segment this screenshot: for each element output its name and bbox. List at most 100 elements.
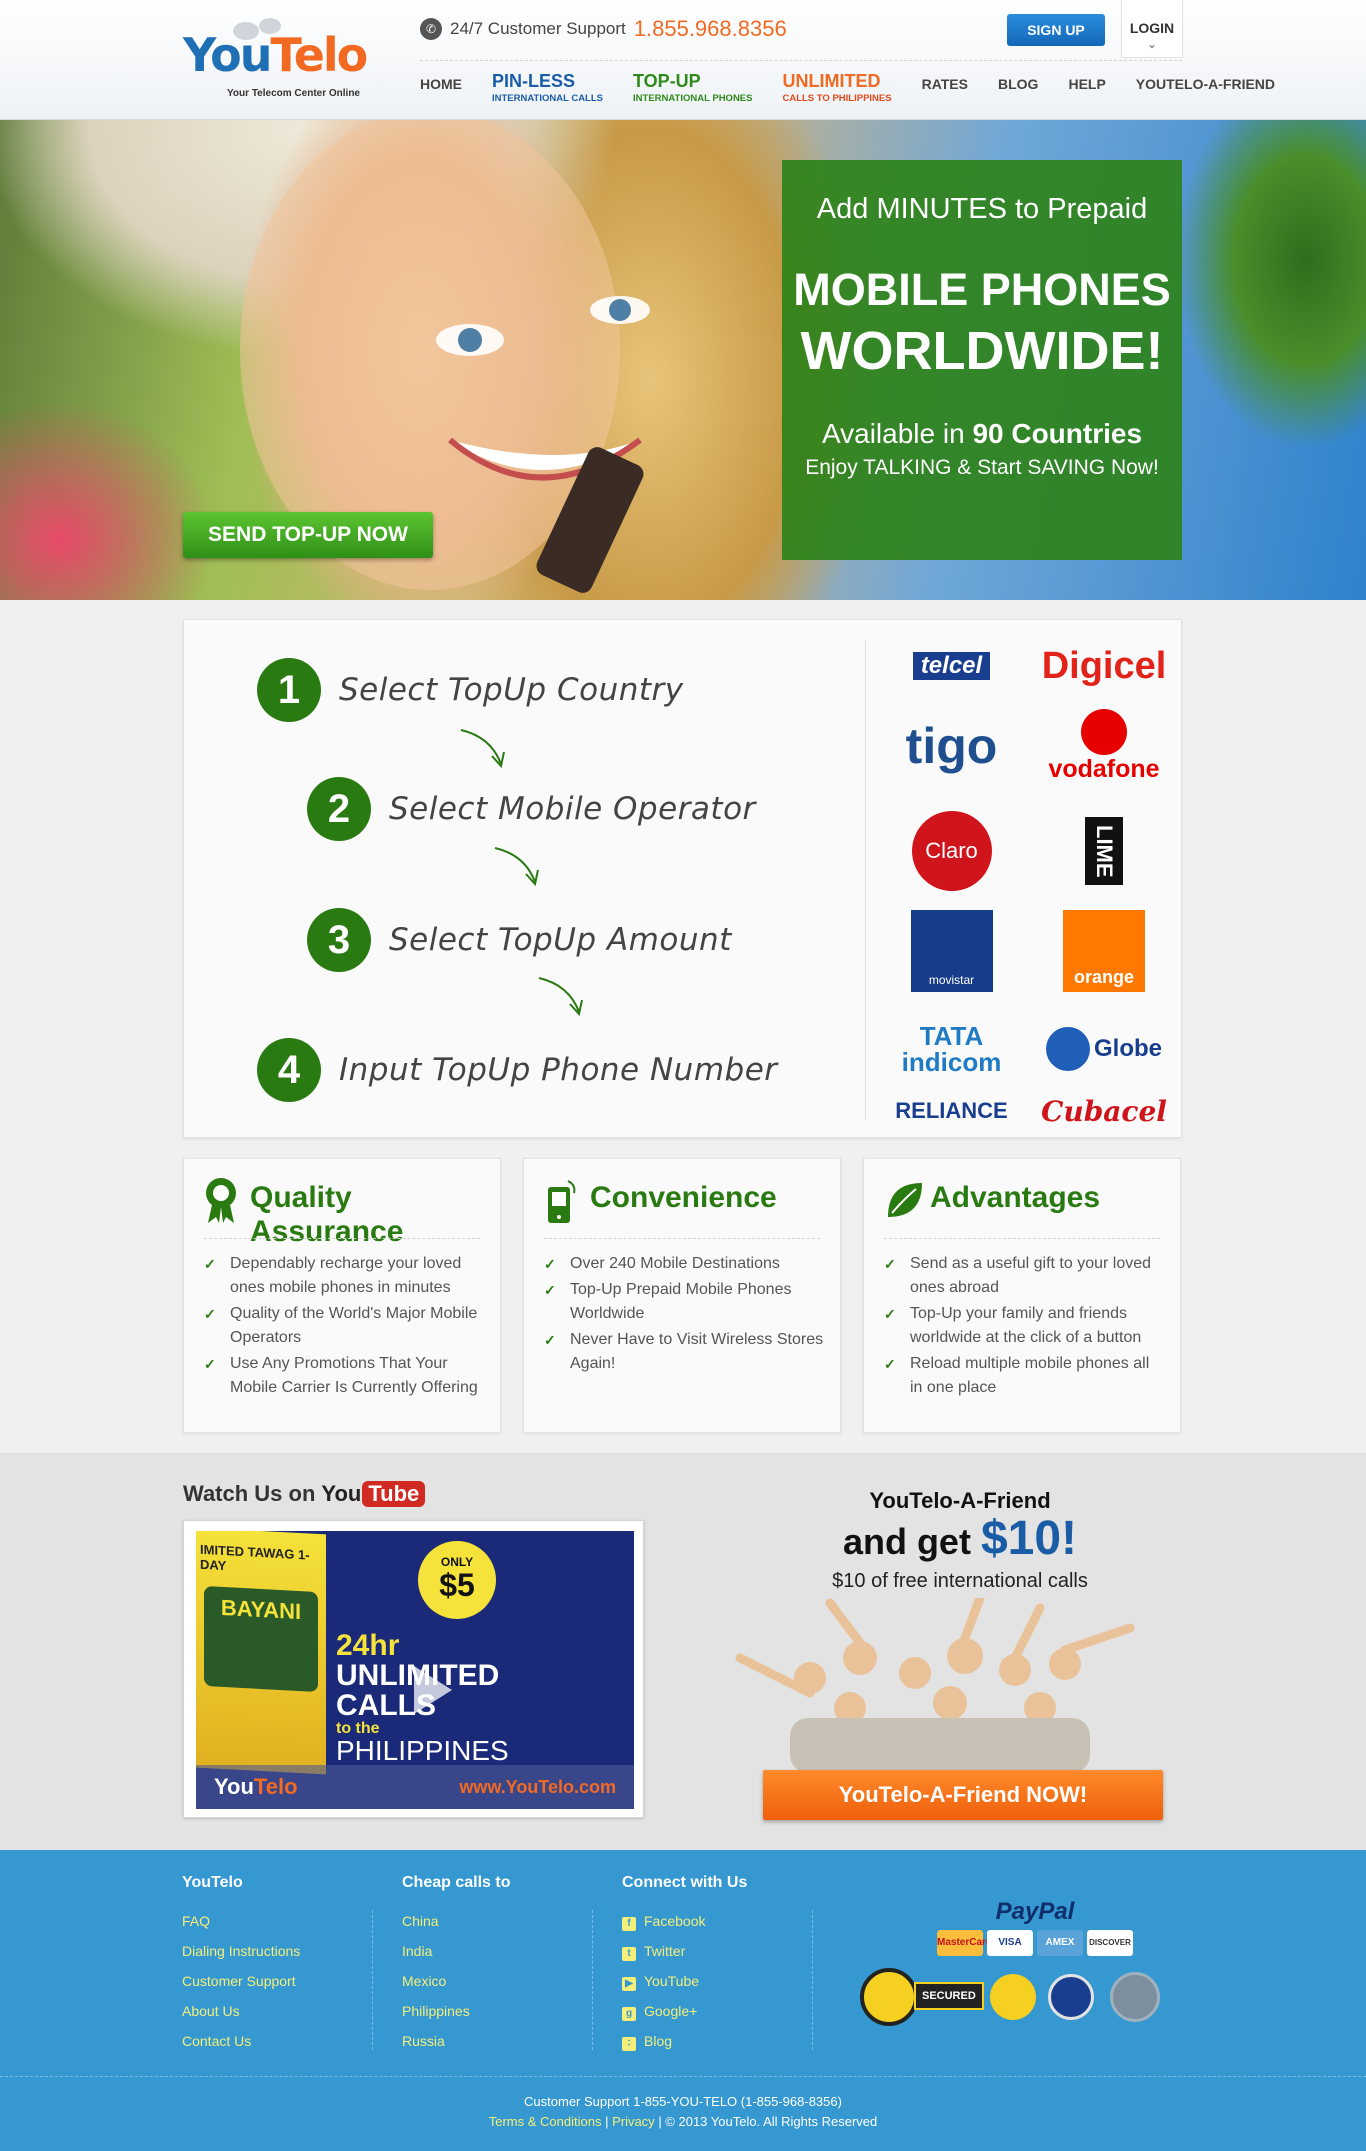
promo-video-player[interactable]: IMITED TAWAG 1-DAY BAYANI ONLY $5 24hr U… [183, 1520, 644, 1818]
youtube-icon: ▶ [622, 1977, 636, 1991]
discover-icon: DISCOVER [1087, 1930, 1133, 1956]
visa-icon: VISA [987, 1930, 1033, 1956]
footer-link-faq[interactable]: FAQ [182, 1906, 300, 1936]
video-thumbnail[interactable]: IMITED TAWAG 1-DAY BAYANI ONLY $5 24hr U… [196, 1531, 634, 1809]
list-item: ✓ Quality of the World's Major Mobile Ope… [204, 1302, 485, 1350]
step-1: 1 Select TopUp Country [257, 658, 684, 722]
step-number: 1 [257, 658, 321, 722]
footer-link-youtube[interactable]: ▶ YouTube [622, 1966, 747, 1996]
operator-logo-lime[interactable]: LIME [1034, 806, 1174, 896]
footer-link-blog[interactable]: ∶ Blog [622, 2026, 747, 2056]
feature-list: ✓ Send as a useful gift to your loved one… [884, 1252, 1165, 1402]
login-button[interactable]: LOGIN ⌄ [1121, 0, 1183, 58]
check-icon: ✓ [884, 1356, 896, 1372]
login-label: LOGIN [1129, 20, 1175, 36]
nav-unlimited[interactable]: UNLIMITED CALLS TO PHILIPPINES [782, 72, 891, 104]
paypal-logo: PayPal [995, 1898, 1075, 1925]
list-item: ✓ Send as a useful gift to your loved one… [884, 1252, 1165, 1300]
list-item: ✓ Reload multiple mobile phones all in on… [884, 1352, 1165, 1400]
phone-icon: ✆ [420, 18, 442, 40]
main-nav: HOME PIN-LESS INTERNATIONAL CALLS TOP-UP I… [420, 72, 1275, 104]
footer-link-about[interactable]: About Us [182, 1996, 300, 2026]
operator-logo-reliance[interactable]: RELIANCE [884, 1091, 1019, 1131]
support-number[interactable]: 1.855.968.8356 [634, 16, 787, 42]
footer-heading: Cheap calls to [402, 1874, 511, 1891]
promo-line-1: Add MINUTES to Prepaid [816, 193, 1148, 225]
feature-title: Convenience [590, 1181, 777, 1214]
footer-col-cheap-calls: Cheap calls to China India Mexico Philip… [402, 1874, 510, 2056]
youtube-logo: You Tube [321, 1481, 426, 1507]
operator-logo-globe[interactable]: Globe [1034, 1011, 1174, 1086]
globe-icon [1045, 1026, 1090, 1071]
nav-help[interactable]: HELP [1068, 72, 1105, 92]
footer-link-facebook[interactable]: f Facebook [622, 1906, 747, 1936]
footer-link-googleplus[interactable]: g Google+ [622, 1996, 747, 2026]
operator-logo-claro[interactable]: Claro [884, 806, 1019, 896]
operator-logo-vodafone[interactable]: vodafone [1034, 706, 1174, 786]
youtelo-a-friend-button[interactable]: YouTelo-A-Friend NOW! [763, 1770, 1163, 1820]
list-item: ✓ Never Have to Visit Wireless Stores Aga… [544, 1328, 825, 1376]
promo-line-4: Available in 90 Countries [821, 418, 1143, 449]
footer-col-connect: Connect with Us f Facebook t Twitter ▶ YouT… [622, 1874, 747, 2056]
step-number: 2 [307, 777, 371, 841]
amex-icon: AMEX [1037, 1930, 1083, 1956]
check-icon: ✓ [544, 1282, 556, 1298]
operator-logo-cubacel[interactable]: Cubacel [1034, 1091, 1174, 1131]
nav-top-up[interactable]: TOP-UP INTERNATIONAL PHONES [633, 72, 752, 104]
support-label: 24/7 Customer Support [450, 19, 626, 38]
list-item: ✓ Top-Up Prepaid Mobile Phones Worldwide [544, 1278, 825, 1326]
feature-list: ✓ Over 240 Mobile Destinations ✓ Top-Up Pr… [544, 1252, 825, 1378]
nav-pin-less[interactable]: PIN-LESS INTERNATIONAL CALLS [492, 72, 603, 104]
feature-title: Advantages [930, 1181, 1101, 1214]
step-text: Select TopUp Country [339, 672, 684, 708]
check-icon: ✓ [204, 1256, 216, 1272]
sign-up-button[interactable]: SIGN UP [1007, 14, 1105, 46]
check-icon: ✓ [884, 1306, 896, 1322]
footer-link-india[interactable]: India [402, 1936, 510, 1966]
footer-link-mexico[interactable]: Mexico [402, 1966, 510, 1996]
operator-logo-digicel[interactable]: Digicel [1034, 636, 1174, 696]
operator-logo-movistar[interactable]: movistar [884, 906, 1019, 996]
check-icon: ✓ [544, 1332, 556, 1348]
step-3: 3 Select TopUp Amount [307, 908, 732, 972]
feature-convenience: Convenience ✓ Over 240 Mobile Destination… [523, 1158, 841, 1433]
list-item: ✓ Dependably recharge your loved ones mob… [204, 1252, 485, 1300]
nav-rates[interactable]: RATES [922, 72, 968, 92]
step-4: 4 Input TopUp Phone Number [257, 1038, 778, 1102]
footer-bottom-divider [0, 2076, 1366, 2077]
paypal-verified-icon [990, 1974, 1036, 2020]
send-top-up-button[interactable]: SEND TOP-UP NOW [183, 512, 433, 558]
footer-link-russia[interactable]: Russia [402, 2026, 510, 2056]
footer-link-philippines[interactable]: Philippines [402, 1996, 510, 2026]
operator-logo-orange[interactable]: orange [1034, 906, 1174, 996]
list-item: ✓ Over 240 Mobile Destinations [544, 1252, 825, 1276]
operator-logo-tata-indicom[interactable]: TATA indicom [884, 1011, 1019, 1086]
step-number: 3 [307, 908, 371, 972]
logo-tagline: Your Telecom Center Online [227, 88, 360, 99]
price-badge: ONLY $5 [418, 1541, 496, 1619]
footer-link-contact[interactable]: Contact Us [182, 2026, 300, 2056]
step-text: Select Mobile Operator [389, 791, 756, 827]
youtelo-logo[interactable]: YouTelo Your Telecom Center Online [183, 18, 368, 102]
terms-link[interactable]: Terms & Conditions [489, 2114, 602, 2129]
payment-badges: PayPal MasterCard VISA AMEX DISCOVER SECURE… [860, 1898, 1190, 2038]
chevron-down-icon: ⌄ [1147, 39, 1157, 51]
site-footer: YouTelo FAQ Dialing Instructions Custome… [0, 1850, 1366, 2151]
nav-home[interactable]: HOME [420, 72, 462, 92]
operator-logo-telcel[interactable]: telcel [884, 636, 1019, 696]
curved-arrow-icon [460, 729, 505, 769]
privacy-link[interactable]: Privacy [612, 2114, 655, 2129]
security-seals: SECURED [860, 1968, 1190, 2038]
footer-link-support[interactable]: Customer Support [182, 1966, 300, 1996]
facebook-icon: f [622, 1917, 636, 1931]
footer-link-china[interactable]: China [402, 1906, 510, 1936]
operator-logo-tigo[interactable]: tigo [884, 706, 1019, 786]
play-icon[interactable] [414, 1666, 452, 1714]
video-url: www.YouTelo.com [459, 1776, 616, 1797]
nav-blog[interactable]: BLOG [998, 72, 1038, 92]
footer-link-dialing[interactable]: Dialing Instructions [182, 1936, 300, 1966]
footer-link-twitter[interactable]: t Twitter [622, 1936, 747, 1966]
customer-support: ✆ 24/7 Customer Support 1.855.968.8356 [420, 16, 787, 42]
nav-youtelo-a-friend[interactable]: YOUTELO-A-FRIEND [1136, 72, 1275, 92]
footer-legal: Terms & Conditions | Privacy | © 2013 Yo… [488, 2114, 878, 2129]
